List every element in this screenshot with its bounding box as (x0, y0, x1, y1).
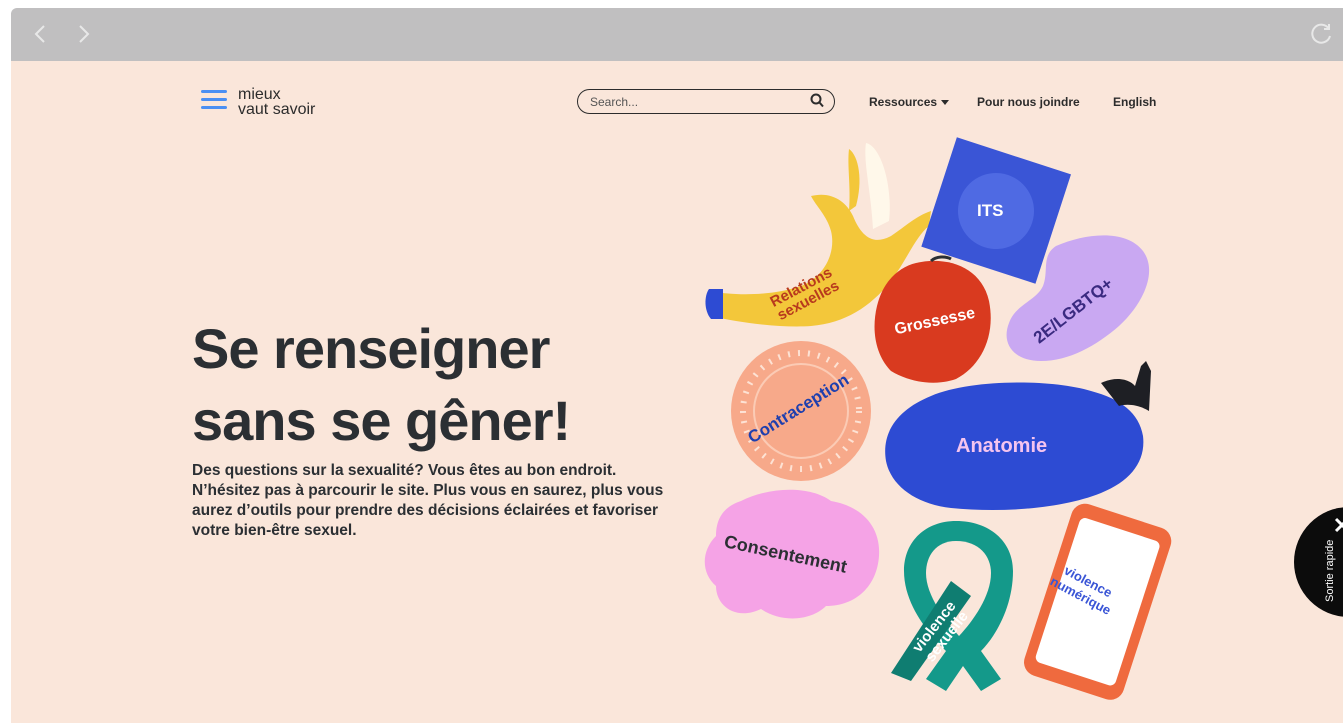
quick-exit-label: Sortie rapide (1324, 539, 1336, 602)
page-viewport: mieux vaut savoir Ressources Pour nous j… (11, 61, 1343, 723)
browser-toolbar (11, 8, 1343, 61)
label-its[interactable]: ITS (977, 201, 1003, 221)
label-anatomie[interactable]: Anatomie (956, 435, 1047, 458)
forward-arrow-icon[interactable] (73, 20, 93, 48)
close-icon (1334, 517, 1343, 533)
back-arrow-icon[interactable] (31, 20, 51, 48)
topics-illustration (704, 137, 1172, 700)
reload-icon[interactable] (1309, 21, 1335, 47)
